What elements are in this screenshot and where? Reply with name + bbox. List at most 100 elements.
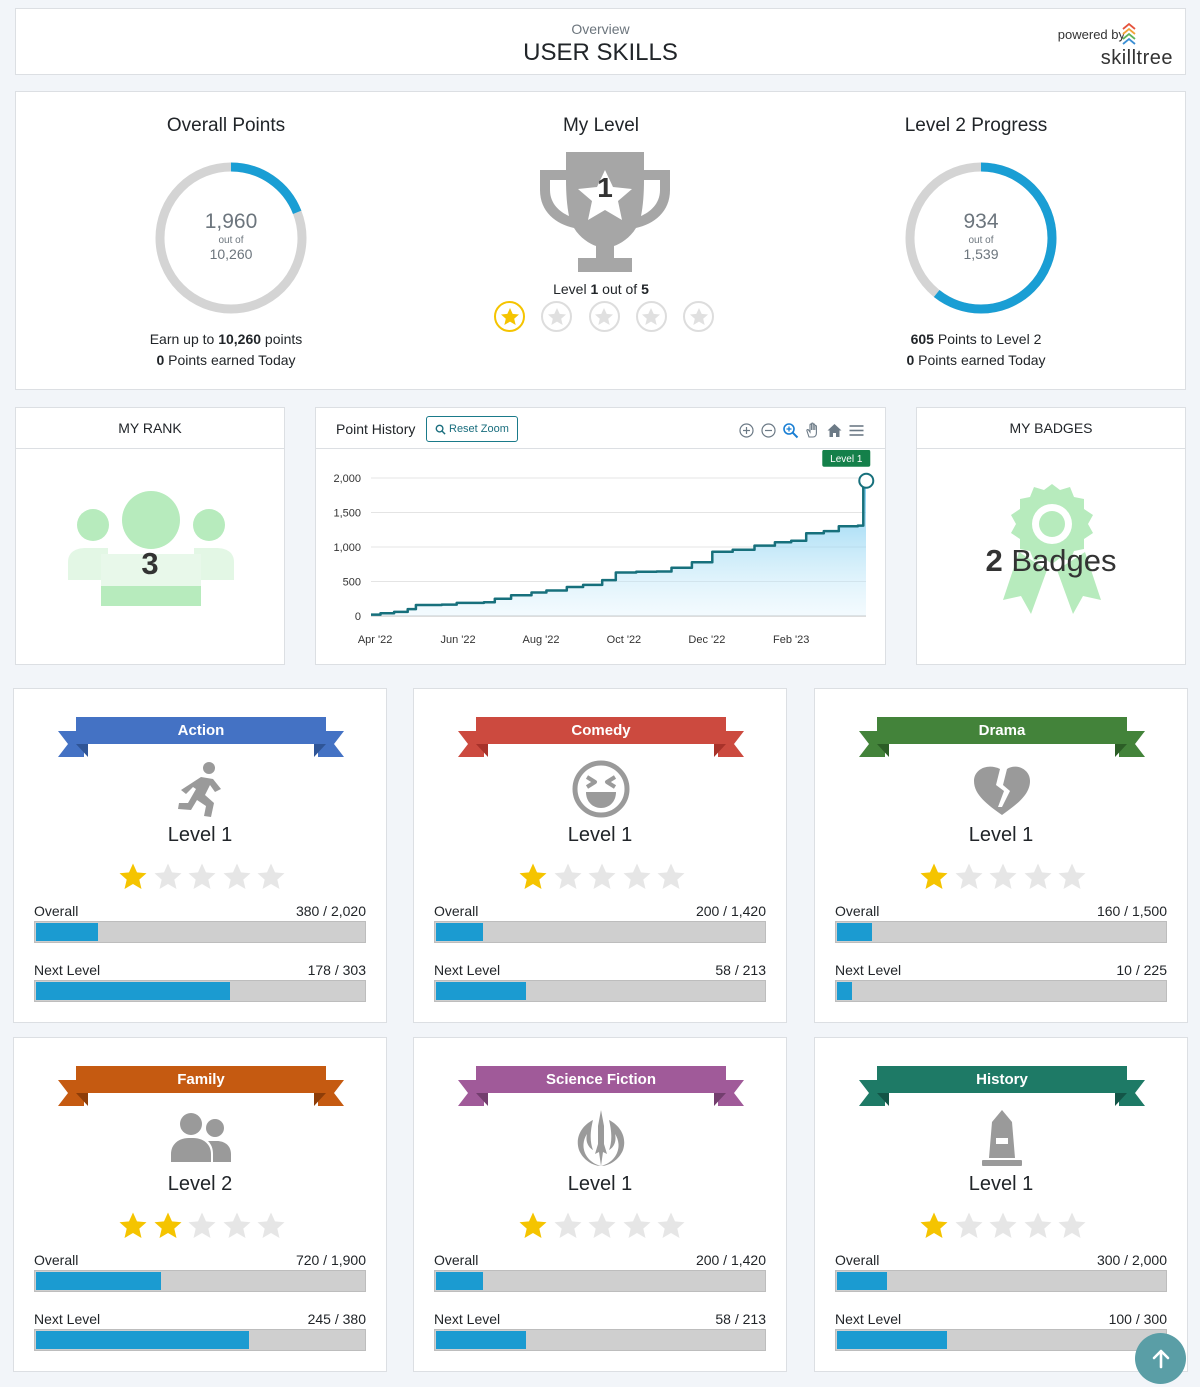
subject-card-action[interactable]: Action Level 1 Overall 380 / 2,020 Next … [13, 688, 387, 1023]
zoom-out-icon[interactable] [760, 422, 777, 439]
subject-card-science-fiction[interactable]: Science Fiction Level 1 Overall 200 / 1,… [413, 1037, 787, 1372]
level-annotation-label: Level 1 [830, 454, 863, 465]
skilltree-logo-icon [1122, 22, 1136, 45]
star-empty-icon [554, 1212, 581, 1238]
overall-progress-bar [434, 921, 766, 943]
star-empty-icon [1024, 863, 1051, 889]
progress-points-today-text: 0 Points earned Today [906, 352, 1046, 368]
level-out-of-text: Level 1 out of 5 [553, 281, 649, 297]
overall-label: Overall [835, 903, 880, 919]
next-level-value: 58 / 213 [715, 962, 766, 978]
next-level-value: 10 / 225 [1116, 962, 1167, 978]
my-rank-header: MY RANK [16, 408, 284, 449]
star-empty-icon [223, 1212, 250, 1238]
reset-zoom-button[interactable]: Reset Zoom [426, 416, 518, 442]
subject-name: Family [177, 1071, 225, 1088]
star-icon [500, 307, 519, 325]
star-icon [642, 307, 661, 325]
overall-value: 200 / 1,420 [695, 903, 766, 919]
series-area [371, 480, 866, 616]
subject-card-history[interactable]: History Level 1 Overall 300 / 2,000 Next… [814, 1037, 1188, 1372]
star-filled-icon [519, 1212, 547, 1238]
overall-points-total: 10,260 [209, 246, 253, 262]
zoom-in-icon[interactable] [738, 422, 755, 439]
y-tick-label: 1,500 [333, 508, 361, 520]
level-number: 1 [597, 172, 613, 203]
level-progress-total: 1,539 [963, 246, 999, 262]
level-star-empty [588, 301, 620, 332]
header-subtitle: Overview [571, 21, 630, 37]
zoom-icon [435, 424, 446, 435]
star-filled-icon [119, 863, 147, 889]
next-level-progress-bar [835, 980, 1167, 1002]
subject-name: History [976, 1071, 1028, 1088]
star-filled-icon [920, 863, 948, 889]
overall-label: Overall [434, 1252, 479, 1268]
overall-value: 160 / 1,500 [1096, 903, 1167, 919]
y-tick-label: 0 [355, 611, 361, 623]
overall-value: 200 / 1,420 [695, 1252, 766, 1268]
my-badges-header: MY BADGES [917, 408, 1185, 449]
next-level-value: 178 / 303 [307, 962, 366, 978]
monument-icon [982, 1110, 1022, 1166]
summary-card: Overall Points 1,960 out of 10,260 Earn … [15, 91, 1186, 390]
chart-toolbar [738, 422, 865, 439]
subject-level: Level 1 [968, 1173, 1034, 1195]
next-level-value: 58 / 213 [715, 1311, 766, 1327]
subject-level: Level 1 [567, 824, 633, 846]
next-level-label: Next Level [434, 1311, 501, 1327]
overall-value: 300 / 2,000 [1096, 1252, 1167, 1268]
badge-count-text: 2 Badges [985, 543, 1117, 578]
point-history-chart[interactable]: 0 500 1,000 1,500 2,000 Apr '22 Jun '22 Aug '22… [316, 450, 885, 664]
star-empty-icon [588, 1212, 616, 1238]
subject-card-comedy[interactable]: Comedy Level 1 Overall 200 / 1,420 Next … [413, 688, 787, 1023]
jedi-order-icon [577, 1110, 625, 1166]
level-progress-donut: 934 out of 1,539 [901, 158, 1061, 318]
star-empty-icon [588, 863, 616, 889]
progress-out-of-label: out of [968, 235, 994, 246]
powered-by-text: powered by [1057, 27, 1125, 42]
star-empty-icon [989, 863, 1017, 889]
subject-level: Level 1 [968, 824, 1034, 846]
overall-points-donut: 1,960 out of 10,260 [151, 158, 311, 318]
overall-progress-bar [835, 1270, 1167, 1292]
next-level-progress-bar [34, 1329, 366, 1351]
next-level-progress-bar [434, 1329, 766, 1351]
pan-hand-icon[interactable] [804, 422, 821, 439]
overall-label: Overall [34, 1252, 79, 1268]
next-level-label: Next Level [434, 962, 501, 978]
point-history-title: Point History [336, 421, 416, 437]
level-star-earned [494, 301, 525, 332]
powered-by-logo[interactable]: powered by skilltree [1053, 21, 1173, 69]
reset-home-icon[interactable] [826, 422, 843, 439]
selection-zoom-icon[interactable] [782, 422, 799, 439]
subject-stars [919, 862, 1087, 892]
overall-progress-bar [434, 1270, 766, 1292]
subject-name: Comedy [571, 722, 631, 739]
subject-ribbon: Comedy [458, 717, 744, 757]
laughing-face-icon [572, 760, 630, 818]
scroll-to-top-button[interactable] [1135, 1333, 1186, 1384]
my-badges-card[interactable]: MY BADGES 2 Badges [916, 407, 1186, 665]
star-filled-icon [920, 1212, 948, 1238]
my-rank-title: MY RANK [118, 420, 182, 436]
subject-ribbon: Drama [859, 717, 1145, 757]
page-title: USER SKILLS [523, 39, 678, 66]
subject-stars [118, 862, 286, 892]
my-level-title: My Level [562, 115, 640, 136]
star-empty-icon [188, 1212, 216, 1238]
menu-icon[interactable] [848, 422, 865, 439]
next-level-value: 245 / 380 [307, 1311, 366, 1327]
subject-stars [518, 1211, 686, 1241]
point-history-card: Point History Reset Zoom 0 500 1,000 1,500 2… [315, 407, 886, 665]
star-icon [547, 307, 566, 325]
overall-label: Overall [835, 1252, 880, 1268]
my-rank-card[interactable]: MY RANK 3 [15, 407, 285, 665]
reset-zoom-label: Reset Zoom [449, 423, 509, 435]
subject-card-family[interactable]: Family Level 2 Overall 720 / 1,900 Next … [13, 1037, 387, 1372]
star-empty-icon [955, 863, 982, 889]
star-filled-icon [119, 1212, 147, 1238]
page-header: Overview USER SKILLS powered by skilltre… [15, 8, 1186, 75]
star-empty-icon [554, 863, 581, 889]
subject-card-drama[interactable]: Drama Level 1 Overall 160 / 1,500 Next L… [814, 688, 1188, 1023]
